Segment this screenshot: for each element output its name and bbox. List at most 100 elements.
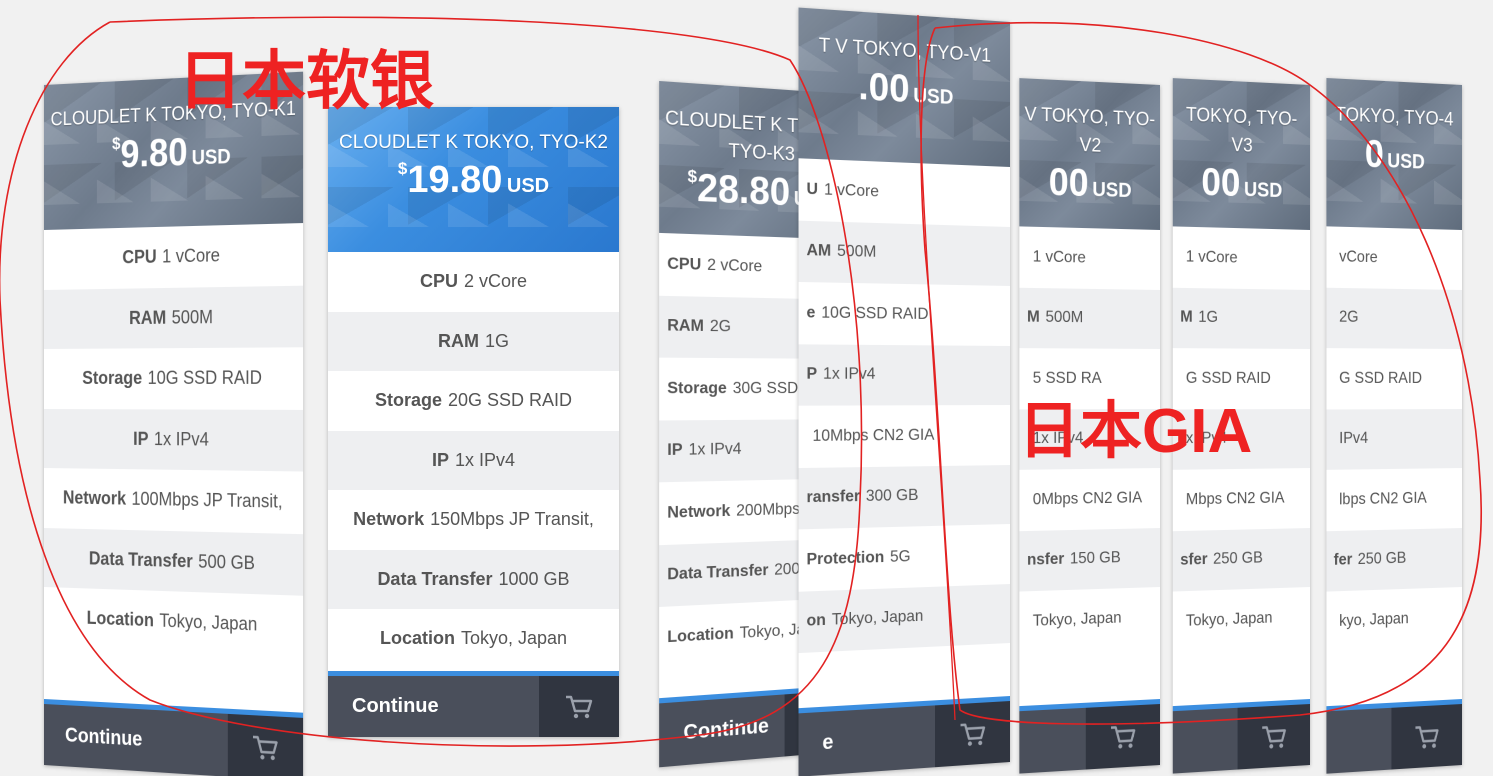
continue-button[interactable]: e	[799, 705, 935, 776]
feature-row: sfer 250 GB	[1172, 527, 1310, 592]
feature-label: U	[806, 180, 818, 199]
feature-value: 500 GB	[198, 550, 255, 574]
feature-row: Tokyo, Japan	[1019, 587, 1160, 652]
feature-list: vCore 2G G SSD RAID IPv4 lbps CN2 GIA fer 250 …	[1326, 226, 1462, 706]
feature-label: RAM	[437, 330, 479, 351]
feature-label: e	[806, 303, 816, 322]
price-unit: USD	[1387, 150, 1425, 174]
feature-value: lbps CN2 GIA	[1339, 489, 1427, 509]
continue-button[interactable]	[1173, 708, 1238, 774]
feature-label: Storage	[82, 367, 143, 389]
plan-header: CLOUDLET K TOKYO, TYO-K2 $19.80 USD	[328, 107, 619, 252]
feature-row: G SSD RAID	[1326, 348, 1462, 409]
feature-label: CPU	[122, 246, 157, 268]
feature-row: Protection 5G	[799, 524, 1010, 591]
feature-row: vCore	[1326, 226, 1462, 289]
feature-value: kyo, Japan	[1339, 609, 1409, 630]
feature-label: RAM	[129, 307, 167, 328]
feature-label: Protection	[806, 548, 885, 569]
cart-icon[interactable]	[1391, 704, 1462, 770]
annotation-softbank-label: 日本软银	[178, 45, 434, 117]
feature-value: 20G SSD RAID	[447, 390, 573, 411]
feature-value: 1 vCore	[1032, 247, 1086, 267]
feature-row: Location Tokyo, Japan	[328, 609, 619, 669]
price-unit: USD	[191, 145, 231, 170]
feature-label: Data Transfer	[88, 547, 193, 572]
feature-label: ransfer	[806, 487, 861, 507]
plan-card-tyo-k1: CLOUDLET K TOKYO, TYO-K1 $9.80 USD CPU 1 vC…	[44, 71, 304, 776]
feature-row: Data Transfer 500 GB	[44, 527, 304, 596]
feature-value: 100Mbps JP Transit,	[131, 488, 283, 513]
price-amount: 19.80	[407, 159, 503, 201]
price-amount: 9.80	[120, 130, 188, 177]
feature-value: Mbps CN2 GIA	[1185, 489, 1285, 509]
feature-value: 10G SSD RAID	[821, 303, 929, 323]
feature-row: Network 150Mbps JP Transit,	[328, 490, 619, 550]
feature-label: nsfer	[1027, 550, 1065, 570]
price-amount: 00	[1048, 160, 1089, 205]
feature-row: P 1x IPv4	[798, 343, 1010, 406]
plan-header: T V TOKYO, TYO-V1.00 USD	[798, 7, 1010, 167]
currency-symbol: $	[397, 159, 408, 178]
plan-name: CLOUDLET K TOKYO, TYO-K2	[339, 132, 608, 153]
annotation-gia-label: 日本GIA	[1018, 397, 1253, 466]
cart-icon[interactable]	[1085, 704, 1160, 770]
price-amount: .00	[858, 65, 910, 111]
price-unit: USD	[1092, 178, 1132, 203]
cart-icon[interactable]	[934, 701, 1010, 768]
feature-value: 500M	[1045, 308, 1084, 327]
feature-label: Storage	[667, 379, 727, 398]
continue-button[interactable]	[1019, 708, 1085, 774]
feature-label: Storage	[374, 390, 442, 411]
feature-value: 2 vCore	[707, 256, 763, 276]
plan-header: TOKYO, TYO-V3 00 USD	[1172, 78, 1310, 230]
plan-price: $9.80 USD	[47, 126, 299, 180]
feature-row: Mbps CN2 GIA	[1173, 468, 1310, 531]
feature-row: CPU 1 vCore	[44, 223, 303, 289]
feature-value: Tokyo, Japan	[159, 610, 258, 635]
feature-value: 1x IPv4	[153, 428, 209, 450]
feature-row: Tokyo, Japan	[1173, 587, 1310, 652]
continue-button[interactable]	[1326, 708, 1391, 774]
feature-value: 1x IPv4	[688, 440, 742, 460]
cart-icon[interactable]	[1237, 704, 1310, 770]
continue-button[interactable]: Continue	[659, 694, 784, 767]
feature-row: fer 250 GB	[1326, 527, 1462, 592]
feature-row: CPU 2 vCore	[328, 252, 619, 312]
price-amount: 28.80	[697, 166, 791, 215]
feature-row: Data Transfer 1000 GB	[328, 549, 619, 609]
continue-button[interactable]: Continue	[328, 676, 539, 737]
feature-row: IP 1x IPv4	[44, 408, 304, 472]
feature-row: lbps CN2 GIA	[1326, 468, 1462, 531]
feature-value: 1 vCore	[823, 180, 879, 201]
price-amount: 00	[1201, 160, 1241, 205]
feature-label: Data Transfer	[667, 561, 769, 584]
feature-label: IP	[133, 428, 149, 449]
feature-list: U 1 vCore AM 500M e 10G SSD RAID P 1x IPv4 10Mbp…	[798, 158, 1010, 708]
continue-button[interactable]: Continue	[44, 704, 228, 776]
feature-value: 300 GB	[865, 486, 919, 506]
feature-value: 1x IPv4	[454, 449, 516, 470]
feature-row: 1 vCore	[1019, 226, 1160, 289]
feature-row: AM 500M	[798, 220, 1010, 286]
feature-row: RAM 500M	[44, 285, 304, 349]
feature-row: 10Mbps CN2 GIA	[799, 405, 1010, 468]
feature-row: RAM 1G	[328, 311, 619, 371]
cart-icon[interactable]	[539, 676, 619, 737]
feature-row: ransfer 300 GB	[798, 464, 1010, 530]
feature-label: CPU	[667, 254, 702, 274]
cart-icon[interactable]	[227, 713, 304, 776]
feature-label: Location	[86, 607, 154, 631]
feature-row: M 1G	[1172, 287, 1310, 349]
feature-row: 1 vCore	[1173, 226, 1310, 289]
feature-value: 1x IPv4	[823, 365, 876, 384]
feature-row: on Tokyo, Japan	[798, 583, 1010, 654]
feature-value: IPv4	[1339, 429, 1369, 448]
feature-label: Data Transfer	[377, 568, 493, 589]
feature-row: kyo, Japan	[1326, 587, 1462, 652]
plan-card-tyo-k2: CLOUDLET K TOKYO, TYO-K2 $19.80 USD CPU 2 v…	[328, 107, 619, 737]
feature-value: 1000 GB	[498, 568, 570, 589]
plan-header: TOKYO, TYO-4 0 USD	[1326, 78, 1462, 230]
feature-list: CPU 2 vCore RAM 1G Storage 20G SSD RAID IP 1x I…	[328, 252, 619, 671]
feature-value: 150Mbps JP Transit,	[430, 509, 594, 530]
